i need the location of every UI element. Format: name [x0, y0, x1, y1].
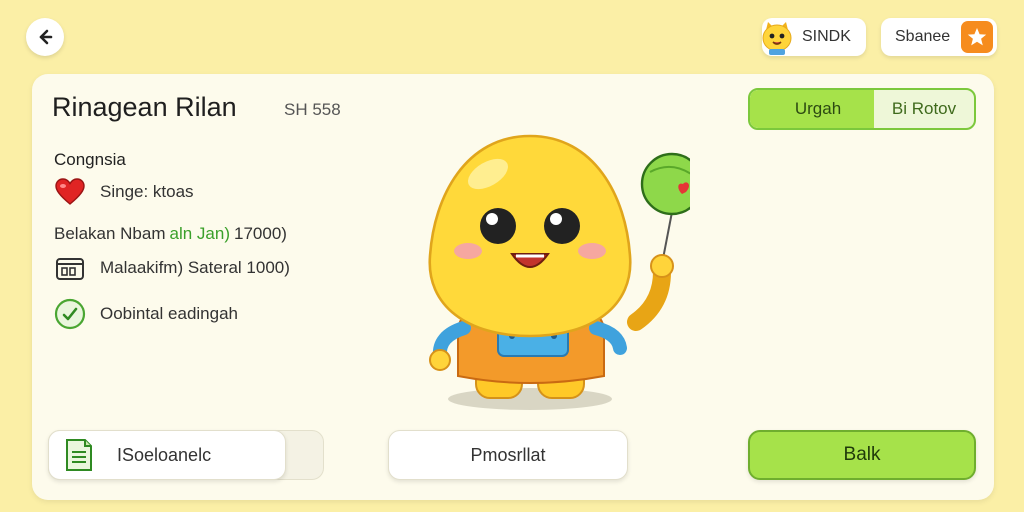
info-row: Oobintal eadingah [54, 298, 238, 330]
sync-label: SINDK [802, 28, 851, 45]
back-button[interactable] [26, 18, 64, 56]
row-text: Singe: ktoas [100, 182, 194, 201]
section-label: Congnsia [54, 150, 126, 169]
star-icon [967, 28, 987, 46]
star-badge [961, 21, 993, 53]
segmented-toggle: Urgah Bi Rotov [748, 88, 976, 130]
middle-button[interactable]: Pmosrllat [388, 430, 628, 480]
row-suffix: 17000) [234, 224, 287, 243]
check-circle-icon [54, 298, 86, 330]
wallet-icon [54, 252, 86, 284]
toggle-option-b[interactable]: Bi Rotov [874, 90, 974, 128]
row-text: Oobintal eadingah [100, 304, 239, 323]
row-prefix: Belakan Nbam [54, 224, 166, 243]
mascot-illustration [428, 134, 690, 410]
row-text: Malaakifm) Sateral 1000) [100, 258, 290, 277]
document-icon [66, 439, 92, 471]
mascot-face-icon [762, 22, 792, 55]
share-label: Sbanee [895, 28, 951, 45]
page-subtitle: SH 558 [284, 100, 341, 119]
info-row: Malaakifm) Sateral 1000) [54, 252, 290, 284]
sync-button[interactable]: SINDK [762, 18, 866, 56]
document-button[interactable]: ISoeloanelc [48, 430, 286, 480]
row-highlight: aln Jan) [169, 224, 230, 243]
back-arrow-icon [39, 29, 53, 45]
page-title: Rinagean Rilan [52, 92, 237, 122]
detail-card: Rinagean Rilan SH 558 Urgah Bi Rotov Con… [32, 74, 994, 500]
info-row: Belakan Nbam aln Jan) 17000) [54, 224, 287, 244]
share-button[interactable]: Sbanee [881, 18, 997, 56]
primary-button[interactable]: Balk [748, 430, 976, 480]
document-button-label: ISoeloanelc [117, 444, 212, 465]
info-row: Singe: ktoas [54, 176, 194, 208]
heart-icon [54, 176, 86, 208]
toggle-option-a[interactable]: Urgah [750, 90, 874, 128]
